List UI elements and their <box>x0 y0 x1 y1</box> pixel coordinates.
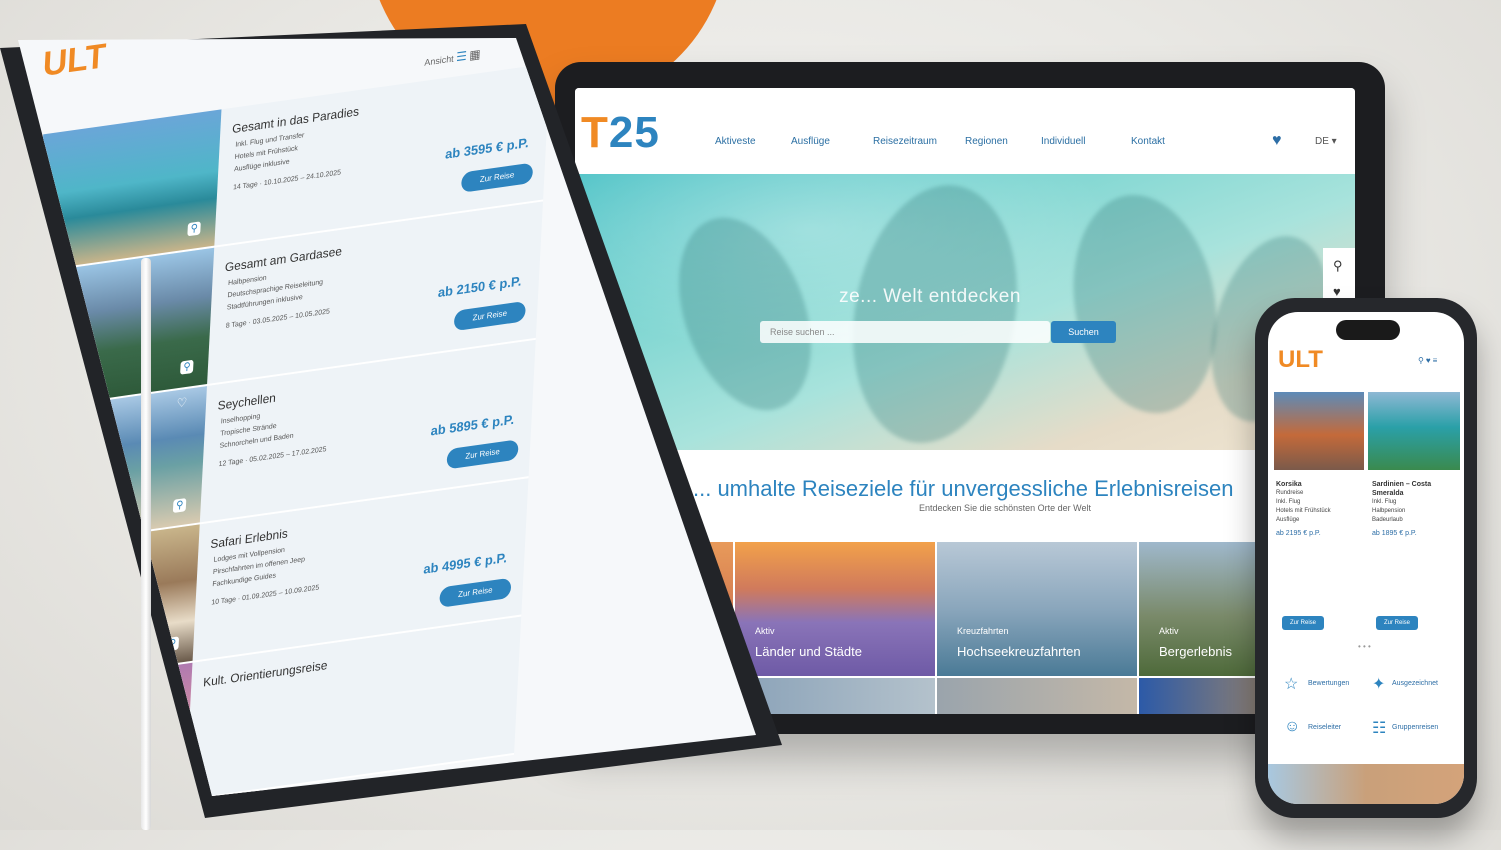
card-title: Länder und Städte <box>755 644 862 659</box>
feature-label: Reiseleiter <box>1308 724 1342 731</box>
tablet-logo[interactable]: ULT <box>42 38 107 85</box>
nav-item-1[interactable]: Aktiveste <box>715 136 756 147</box>
logo-number: 25 <box>608 108 660 157</box>
card-category: Aktiv <box>755 626 775 636</box>
card-title: Hochseekreuzfahrten <box>957 644 1081 659</box>
tour-button[interactable]: Zur Reise <box>439 577 512 608</box>
phone-tour-price: ab 1895 € p.P. <box>1372 530 1417 537</box>
destination-card[interactable]: Kreuzfahrten Hochseekreuzfahrten <box>937 542 1137 676</box>
phone-bottom-image <box>1268 764 1464 804</box>
hero-title: ze... Welt entdecken <box>839 286 1021 307</box>
heart-icon[interactable]: ♥ <box>1333 284 1341 299</box>
tour-button[interactable]: Zur Reise <box>453 300 526 332</box>
tour-bullet: Inselhopping <box>220 412 261 426</box>
language-select[interactable]: DE ▾ <box>1315 136 1337 147</box>
phone-tour-1: Korsika Rundreise Inkl. Flug Hotels mit … <box>1276 480 1362 538</box>
zoom-icon[interactable]: ⚲ <box>187 221 202 237</box>
guide-icon: ☺ <box>1284 718 1301 735</box>
award-icon: ✦ <box>1372 676 1386 693</box>
tour-button[interactable]: Zur Reise <box>446 439 519 470</box>
zoom-icon[interactable]: ⚲ <box>172 497 187 514</box>
palm-shadow <box>654 199 836 429</box>
group-icon: ☷ <box>1372 720 1387 737</box>
desktop-header: T25 Aktiveste Ausflüge Reisezeitraum Reg… <box>575 88 1355 184</box>
tour-title[interactable]: Seychellen <box>217 390 276 412</box>
phone-tour-line: Inkl. Flug <box>1276 499 1301 505</box>
tour-bullet: Halbpension <box>227 274 267 288</box>
tour-title[interactable]: Kult. Orientierungsreise <box>203 658 328 690</box>
card-title: Bergerlebnis <box>1159 644 1232 659</box>
phone-logo[interactable]: ULT <box>1278 346 1323 374</box>
tour-title[interactable]: Gesamt am Gardasee <box>225 244 343 275</box>
nav-item-3[interactable]: Reisezeitraum <box>873 136 937 147</box>
phone-notch <box>1336 320 1400 340</box>
phone-tour-button[interactable]: Zur Reise <box>1282 616 1324 630</box>
view-toggle[interactable]: Ansicht ☰ ▦ <box>424 47 481 69</box>
phone-tour-button[interactable]: Zur Reise <box>1376 616 1418 630</box>
phone-tour-title: Korsika <box>1276 481 1302 488</box>
list-view-icon: ☰ <box>455 48 468 65</box>
pagination-dots[interactable]: • • • <box>1358 642 1371 651</box>
tour-image-sardinien[interactable] <box>1368 392 1460 470</box>
zoom-icon[interactable]: ⚲ <box>180 359 194 375</box>
tour-price: ab 2150 € p.P. <box>437 273 522 301</box>
view-label: Ansicht <box>424 53 454 68</box>
phone-screen: ULT ⚲♥≡ Korsika Rundreise Inkl. Flug Hot… <box>1268 312 1464 804</box>
wishlist-heart-icon[interactable]: ♥ <box>1272 132 1282 150</box>
nav-item-5[interactable]: Individuell <box>1041 136 1085 147</box>
section-subtitle: Entdecken Sie die schönsten Orte der Wel… <box>919 503 1091 513</box>
tour-bullet: Ausflüge inklusive <box>233 158 290 174</box>
tour-price: ab 3595 € p.P. <box>444 134 530 162</box>
tablet-content: ULT ⚲♥≡ Ansicht ☰ ▦ ⚲ Gesamt in das Para… <box>18 38 555 796</box>
stylus-pencil <box>141 258 151 830</box>
grid-view-icon: ▦ <box>469 46 481 63</box>
phone-tour-2: Sardinien – Costa Smeralda Inkl. Flug Ha… <box>1372 480 1458 538</box>
destination-card-row2[interactable] <box>937 678 1137 714</box>
destination-card[interactable]: Aktiv Länder und Städte <box>735 542 935 676</box>
tour-image-sunset: ♡ <box>18 662 193 796</box>
tour-image-lake: ⚲ <box>28 247 215 410</box>
card-category: Aktiv <box>1159 626 1179 636</box>
tour-image-korsika[interactable] <box>1274 392 1364 470</box>
hero-banner <box>575 172 1355 456</box>
phone-header-icons[interactable]: ⚲♥≡ <box>1418 356 1439 365</box>
tour-meta: 10 Tage · 01.09.2025 – 10.09.2025 <box>211 584 320 607</box>
feature-label: Ausgezeichnet <box>1392 680 1438 687</box>
tour-price: ab 4995 € p.P. <box>423 549 508 577</box>
search-icon[interactable]: ⚲ <box>1333 258 1343 274</box>
favorite-heart-icon[interactable]: ♡ <box>176 395 187 411</box>
phone-tour-line: Inkl. Flug <box>1372 499 1397 505</box>
phone-tour-line: Badeurlaub <box>1372 517 1403 523</box>
tour-title[interactable]: Gesamt in das Paradies <box>232 104 360 136</box>
nav-item-2[interactable]: Ausflüge <box>791 136 830 147</box>
feature-label: Bewertungen <box>1308 680 1350 687</box>
search-button[interactable]: Suchen <box>1051 321 1116 343</box>
tour-meta: 12 Tage · 05.02.2025 – 17.02.2025 <box>218 446 327 469</box>
phone-tour-line: Rundreise <box>1276 490 1304 496</box>
feature-label: Gruppenreisen <box>1392 724 1439 731</box>
nav-item-4[interactable]: Regionen <box>965 136 1008 147</box>
phone-tour-price: ab 2195 € p.P. <box>1276 530 1321 537</box>
nav-item-6[interactable]: Kontakt <box>1131 136 1165 147</box>
section-title: ... umhalte Reiseziele für unvergesslich… <box>693 476 1234 501</box>
phone-tour-line: Halbpension <box>1372 508 1406 514</box>
search-input[interactable]: Reise suchen ... <box>760 321 1050 343</box>
tour-meta: 8 Tage · 03.05.2025 – 10.05.2025 <box>225 308 330 330</box>
palm-shadow <box>833 172 1037 456</box>
phone-tour-line: Hotels mit Frühstück <box>1276 508 1331 514</box>
tour-price: ab 5895 € p.P. <box>430 411 515 439</box>
card-category: Kreuzfahrten <box>957 626 1009 636</box>
phone-tour-title: Sardinien – Costa Smeralda <box>1372 481 1432 497</box>
tour-button[interactable]: Zur Reise <box>460 162 534 193</box>
tour-meta: 14 Tage · 10.10.2025 – 24.10.2025 <box>232 169 342 192</box>
desktop-logo[interactable]: T25 <box>581 108 660 158</box>
rating-icon: ☆ <box>1284 676 1299 693</box>
phone-tour-line: Ausflüge <box>1276 517 1300 523</box>
